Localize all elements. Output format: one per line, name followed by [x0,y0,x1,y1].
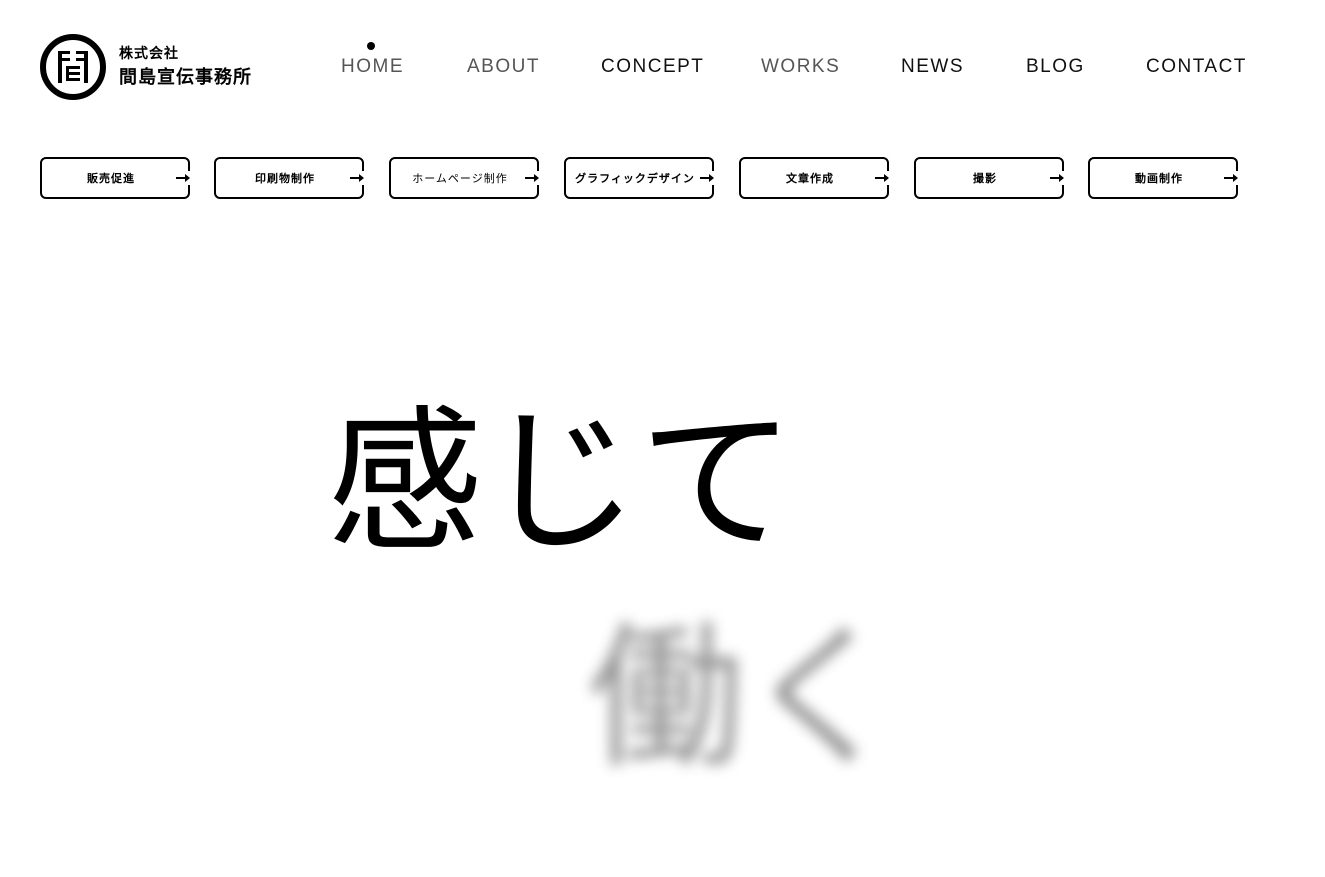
arrow-right-icon [349,171,365,185]
arrow-right-icon [874,171,890,185]
category-label: 文章作成 [786,172,834,185]
arrow-right-icon [699,171,715,185]
arrow-right-icon [175,171,191,185]
category-button-sales-promotion[interactable]: 販売促進 [40,157,191,199]
main-nav: HOME ABOUT CONCEPT WORKS NEWS BLOG CONTA… [0,54,1325,82]
category-button-photography[interactable]: 撮影 [914,157,1065,199]
arrow-right-icon [1049,171,1065,185]
category-label: グラフィックデザイン [575,172,695,185]
nav-contact[interactable]: CONTACT [1146,54,1247,80]
nav-works[interactable]: WORKS [761,54,840,80]
category-button-video-production[interactable]: 動画制作 [1088,157,1239,199]
arrow-right-icon [524,171,540,185]
nav-about[interactable]: ABOUT [467,54,540,80]
nav-concept[interactable]: CONCEPT [601,54,704,80]
nav-home[interactable]: HOME [341,54,404,80]
category-label: 動画制作 [1135,172,1183,185]
dot-indicator-icon [367,42,375,50]
arrow-right-icon [1223,171,1239,185]
category-button-graphic-design[interactable]: グラフィックデザイン [564,157,715,199]
category-label: ホームページ制作 [412,172,508,185]
category-button-web-production[interactable]: ホームページ制作 [389,157,540,199]
category-label: 販売促進 [87,172,135,185]
category-label: 撮影 [973,172,997,185]
nav-news[interactable]: NEWS [901,54,964,80]
category-button-print-production[interactable]: 印刷物制作 [214,157,365,199]
category-label: 印刷物制作 [255,172,315,185]
hero-headline-line-1: 感じて [327,391,795,573]
hero-headline-line-2: 働く [588,607,900,789]
nav-blog[interactable]: BLOG [1026,54,1085,80]
category-button-writing[interactable]: 文章作成 [739,157,890,199]
